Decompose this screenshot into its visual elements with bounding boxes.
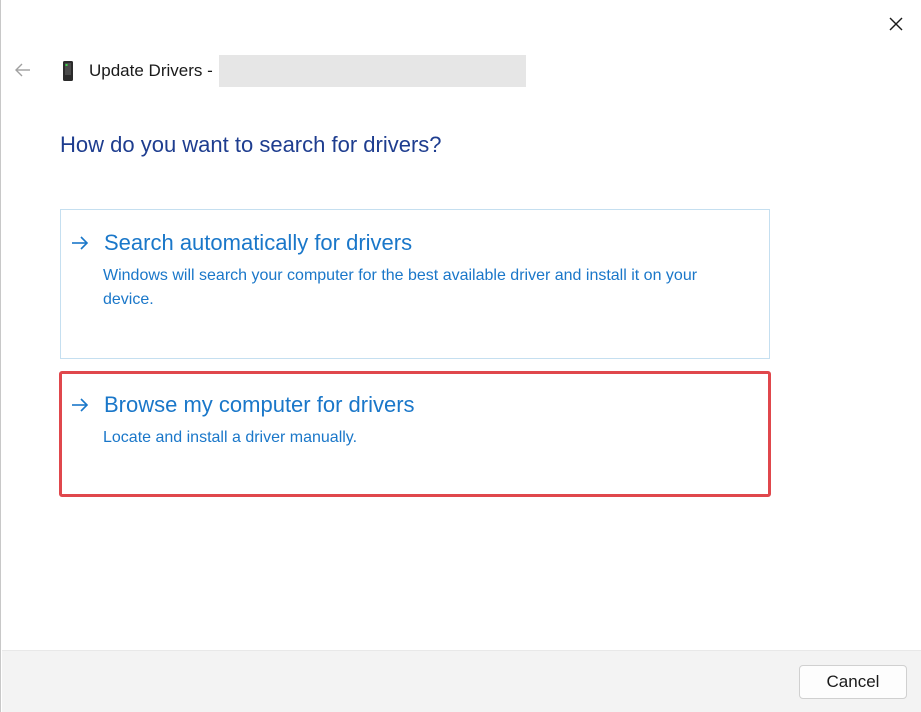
option-title: Browse my computer for drivers	[104, 392, 415, 417]
back-button[interactable]	[9, 56, 37, 84]
window-title: Update Drivers -	[89, 61, 218, 80]
search-automatically-option[interactable]: Search automatically for drivers Windows…	[60, 209, 770, 359]
option-title: Search automatically for drivers	[104, 230, 413, 255]
device-icon	[59, 59, 77, 83]
redacted-device-name	[219, 55, 526, 87]
close-icon	[889, 17, 903, 31]
close-button[interactable]	[873, 8, 919, 40]
update-drivers-dialog: Update Drivers - How do you want to sear…	[0, 0, 921, 712]
arrow-right-icon	[70, 232, 92, 254]
page-heading: How do you want to search for drivers?	[60, 132, 442, 157]
back-arrow-icon	[15, 63, 30, 77]
option-description: Locate and install a driver manually.	[103, 429, 358, 446]
cancel-button[interactable]: Cancel	[799, 665, 907, 699]
title-bar: Update Drivers -	[59, 55, 217, 87]
arrow-right-icon	[70, 394, 92, 416]
dialog-footer: Cancel	[2, 650, 921, 712]
browse-computer-option[interactable]: Browse my computer for drivers Locate an…	[59, 371, 771, 497]
option-description: Windows will search your computer for th…	[103, 267, 698, 308]
